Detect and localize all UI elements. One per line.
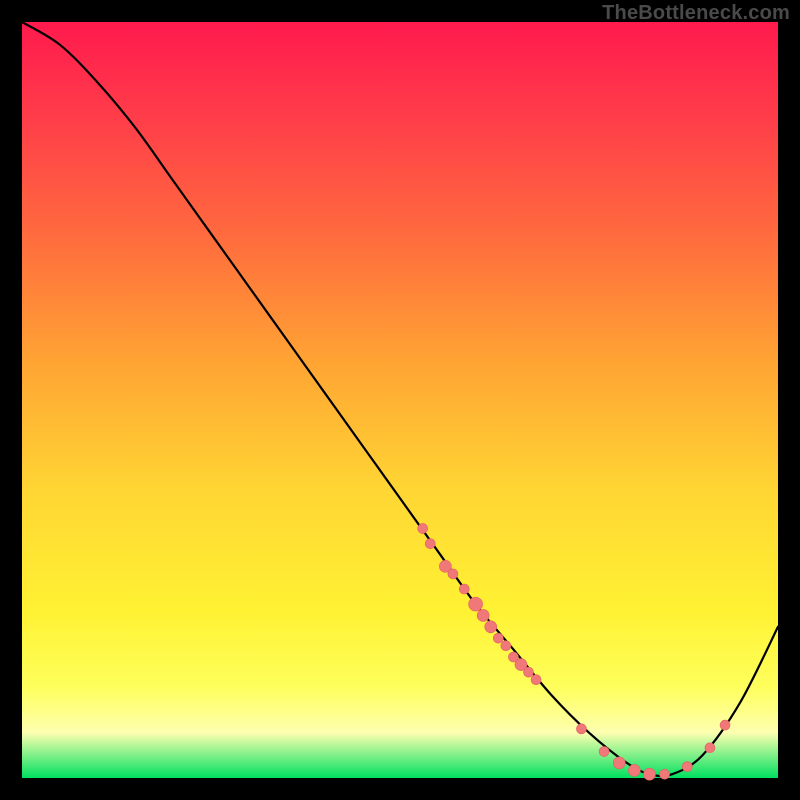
data-marker	[682, 762, 692, 772]
chart-frame	[22, 22, 778, 778]
data-marker	[459, 584, 469, 594]
data-marker	[660, 769, 670, 779]
data-marker	[705, 743, 715, 753]
data-marker	[425, 539, 435, 549]
data-marker	[643, 768, 655, 780]
data-marker	[613, 757, 625, 769]
data-marker	[599, 747, 609, 757]
data-marker	[477, 609, 489, 621]
data-marker	[531, 675, 541, 685]
data-marker	[576, 724, 586, 734]
attribution-text: TheBottleneck.com	[602, 2, 790, 25]
data-marker	[524, 667, 534, 677]
data-marker	[493, 633, 503, 643]
data-marker	[418, 524, 428, 534]
chart-svg	[22, 22, 778, 778]
data-markers	[418, 524, 730, 781]
data-marker	[628, 764, 640, 776]
data-marker	[501, 641, 511, 651]
data-marker	[448, 569, 458, 579]
data-marker	[469, 597, 483, 611]
bottleneck-curve	[22, 22, 778, 776]
data-marker	[485, 621, 497, 633]
data-marker	[720, 720, 730, 730]
